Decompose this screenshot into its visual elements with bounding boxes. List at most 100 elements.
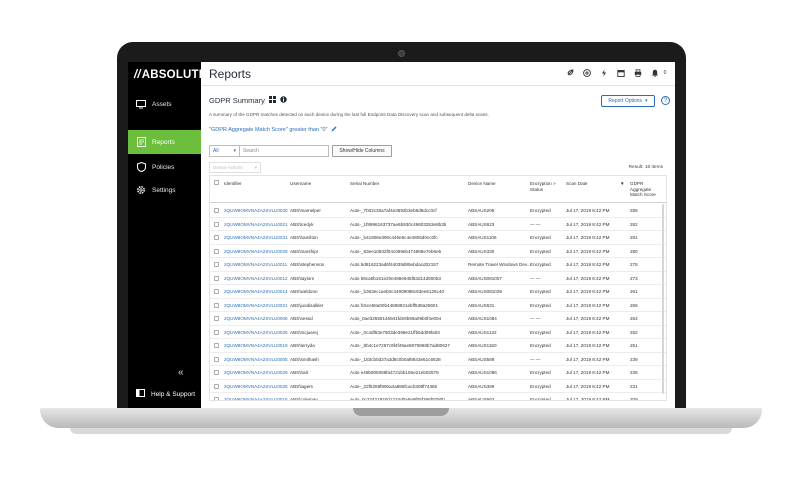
info-icon[interactable] (280, 96, 287, 105)
table-row[interactable]: 2QUW8OMVNA4A2SVLU0006 ABS\nessd Auto_0ae32… (210, 312, 666, 326)
add-circle-icon[interactable] (583, 69, 591, 77)
device-actions-label: Device Actions (213, 165, 243, 170)
sidebar-item-label: Policies (152, 163, 175, 171)
sort-down-icon[interactable]: ▼ (620, 181, 625, 187)
table-row[interactable]: 2QUW8OMVNA4A2SVLU0028 ABS\marshipr Auto-_8… (210, 245, 666, 258)
cell-identifier[interactable]: 2QUW8OMVNA4A2SVLU0006 (224, 316, 288, 321)
cell-identifier[interactable]: 2QUW8OMVNA4A2SVLU0029 (224, 370, 288, 375)
column-header-username[interactable]: Username (290, 181, 311, 187)
row-checkbox[interactable] (214, 235, 219, 240)
cell-identifier[interactable]: 2QUW8OMVNA4A2SVLU0021 (224, 303, 288, 308)
laptop-base (40, 408, 762, 428)
row-checkbox[interactable] (214, 302, 219, 308)
cell-scan-date: Jul 17, 2019 8:42 PM (566, 221, 610, 227)
row-checkbox[interactable] (214, 248, 219, 254)
cell-gdpr-score: 239 (630, 356, 638, 362)
column-header-encryption-status[interactable]: Encryption > Status (530, 181, 560, 192)
table-row[interactable]: 2QUW8OMVNA4A2SVLU0005 ABS\smithash Auto-_1… (210, 353, 666, 366)
search-row: All ▾ Search Show/Hide Columns (209, 145, 392, 157)
collapse-sidebar-button[interactable]: « (178, 367, 184, 378)
table-row[interactable]: 2QUW8OMVNA4A2SVLU0021 ABS\juodisalkler Aut… (210, 299, 666, 312)
row-checkbox[interactable] (214, 356, 219, 362)
row-checkbox[interactable] (214, 397, 219, 400)
top-toolbar: 0 (566, 69, 669, 77)
search-scope-select[interactable]: All ▾ (209, 145, 240, 157)
cell-identifier[interactable]: 2QUW8OMVNA4A2SVLU0025 (224, 384, 288, 389)
help-support-label: Help & Support (151, 390, 196, 398)
sidebar-item-assets[interactable]: Assets (128, 92, 201, 116)
row-checkbox[interactable] (214, 370, 219, 375)
column-header-scan-date[interactable]: Scan Date (566, 181, 587, 187)
table-row[interactable]: 2QUW8OMVNA4A2SVLU0031 ABS\hamilton Auto-_b… (210, 231, 666, 245)
laptop-notch (353, 408, 449, 416)
table-scrollbar[interactable] (662, 204, 664, 394)
cell-encryption-status: Encrypted (530, 343, 551, 348)
table-row[interactable]: 2QUW8OMVNA4A2SVLU0025 ABS\lagers Auto-_22f… (210, 380, 666, 393)
table-row[interactable]: 2QUW8OMVNA4A2SVLU0019 ABS\terryda Auto-_8b… (210, 339, 666, 353)
active-filter[interactable]: "GDPR Aggregate Match Score" greater tha… (209, 126, 337, 134)
cell-identifier[interactable]: 2QUW8OMVNA4A2SVLU0014 (224, 289, 288, 294)
cell-scan-date: Jul 17, 2019 8:42 PM (566, 383, 610, 389)
column-header-serial-number[interactable]: Serial Number (350, 181, 379, 187)
print-icon[interactable] (634, 69, 642, 77)
table-row[interactable]: 2QUW8OMVNA4A2SVLU0029 ABS\halt Auto e49b80… (210, 366, 666, 380)
cell-identifier[interactable]: 2QUW8OMVNA4A2SVLU0026 (224, 330, 288, 335)
row-checkbox[interactable] (214, 289, 219, 294)
help-support-link[interactable]: Help & Support (136, 389, 195, 399)
cell-identifier[interactable]: 2QUW8OMVNA4A2SVLU0031 (224, 235, 288, 240)
cell-encryption-status: — — (530, 356, 541, 362)
bell-icon[interactable] (651, 69, 659, 77)
lightning-icon[interactable] (600, 69, 608, 77)
select-all-checkbox[interactable] (214, 180, 219, 185)
table-row[interactable]: 2QUW8OMVNA4A2SVLU0021 ABS\lcedyk Auto-_1f8… (210, 218, 666, 231)
search-input[interactable]: Search (240, 145, 329, 157)
sidebar-item-policies[interactable]: Policies (128, 155, 201, 179)
cell-identifier[interactable]: 2QUW8OMVNA4A2SVLU0015 (224, 397, 288, 400)
cell-username: ABS\smithash (290, 356, 319, 362)
table-row[interactable]: 2QUW8OMVNA4A2SVLU0014 ABS\weldonn Auto-_b3… (210, 285, 666, 299)
cell-identifier[interactable]: 2QUW8OMVNA4A2SVLU0005 (224, 357, 288, 362)
sidebar-item-reports[interactable]: Reports (128, 130, 201, 154)
cell-username: ABS\taylors (290, 275, 314, 281)
column-header-identifier[interactable]: Identifier (224, 181, 242, 187)
row-checkbox[interactable] (214, 329, 219, 335)
cell-identifier[interactable]: 2QUW8OMVNA4A2SVLU0012 (224, 276, 288, 281)
device-actions-button[interactable]: Device Actions ▾ (209, 162, 261, 173)
cell-identifier[interactable]: 2QUW8OMVNA4A2SVLU0021 (224, 222, 288, 227)
cell-gdpr-score: 285 (630, 208, 638, 213)
pencil-icon[interactable] (331, 126, 337, 134)
cell-gdpr-score: 273 (630, 275, 638, 281)
camera-icon (398, 50, 405, 57)
column-header-device-name[interactable]: Device Name (468, 181, 496, 187)
cell-encryption-status: — — (530, 275, 541, 281)
table-row[interactable]: 2QUW8OMVNA4A2SVLU0015 ABS\coleman Auto_0c2… (210, 393, 666, 401)
sidebar-item-settings[interactable]: Settings (128, 178, 201, 202)
show-hide-columns-button[interactable]: Show/Hide Columns (332, 145, 392, 157)
report-options-button[interactable]: Report Options ▾ (601, 95, 655, 107)
row-checkbox[interactable] (214, 383, 219, 389)
rocket-icon[interactable] (566, 69, 574, 77)
row-checkbox[interactable] (214, 208, 219, 213)
row-checkbox[interactable] (214, 221, 219, 227)
table-row[interactable]: 2QUW8OMVNA4A2SVLU0011 ABS\stephenson Auto … (210, 258, 666, 272)
row-checkbox[interactable] (214, 316, 219, 321)
row-checkbox[interactable] (214, 343, 219, 348)
cell-identifier[interactable]: 2QUW8OMVNA4A2SVLU0028 (224, 249, 288, 254)
table-row[interactable]: 2QUW8OMVNA4A2SVLU0012 ABS\taylors Auto 59c… (210, 272, 666, 285)
cell-identifier[interactable]: 2QUW8OMVNA4A2SVLU0019 (224, 343, 288, 348)
row-checkbox[interactable] (214, 275, 219, 281)
table-row[interactable]: 2QUW8OMVNA4A2SVLU0026 ABS\mcjuarej Auto-_0… (210, 326, 666, 339)
cell-identifier[interactable]: 2QUW8OMVNA4A2SVLU0011 (224, 262, 287, 267)
column-header-gdpr-score[interactable]: GDPR Aggregate Match Score (630, 181, 662, 198)
cell-identifier[interactable]: 2QUW8OMVNA4A2SVLU0030 (224, 208, 288, 213)
row-checkbox[interactable] (214, 262, 219, 267)
cell-gdpr-score: 278 (630, 262, 638, 267)
cell-scan-date: Jul 17, 2019 8:42 PM (566, 235, 610, 240)
table-row[interactable]: 2QUW8OMVNA4A2SVLU0030 ABS\mamelper Auto-_7… (210, 204, 666, 218)
cell-username: ABS\halt (290, 370, 308, 375)
cell-gdpr-score: 209 (630, 397, 638, 401)
screen: //ABSOLUTE Assets Reports Policies Setti… (128, 62, 675, 410)
calendar-icon[interactable] (617, 69, 625, 77)
help-icon[interactable]: ? (661, 96, 670, 105)
cell-encryption-status: Encrypted (530, 370, 551, 375)
